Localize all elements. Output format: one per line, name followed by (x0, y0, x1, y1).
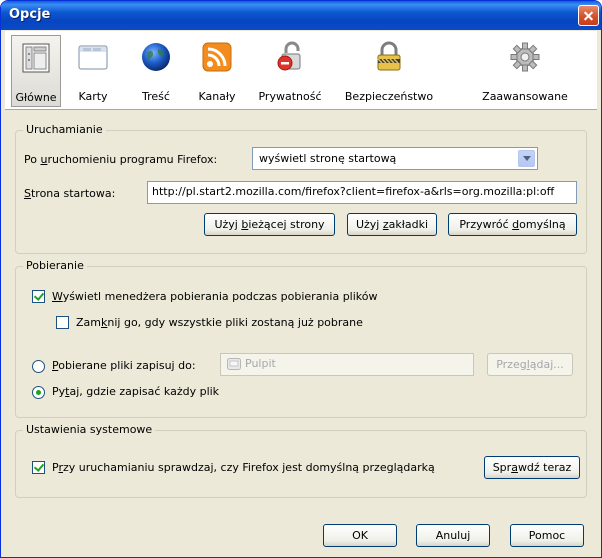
tab-tabs[interactable]: Karty (63, 35, 123, 107)
title-bar[interactable]: Opcje (1, 1, 601, 30)
downloads-group: Pobieranie Wyświetl menedżera pobierania… (15, 259, 587, 418)
tab-tabs-label: Karty (78, 90, 108, 103)
tab-general-label: Główne (15, 91, 57, 104)
category-toolbar: Główne Karty Treść Kanały Prywatność Bez… (5, 31, 597, 110)
browse-button[interactable]: Przeglądaj... (487, 353, 573, 376)
tab-security-label: Bezpieczeństwo (344, 90, 434, 103)
tab-security[interactable]: Bezpieczeństwo (335, 35, 443, 107)
tab-feeds-label: Kanały (198, 90, 236, 103)
use-bookmark-button[interactable]: Użyj zakładki (347, 213, 437, 236)
tab-content-label: Treść (142, 90, 170, 103)
tab-content[interactable]: Treść (126, 35, 186, 107)
ask-location-radio[interactable] (32, 386, 45, 399)
cancel-button[interactable]: Anuluj (416, 524, 490, 547)
general-panel: Uruchamianie Po uruchomieniu programu Fi… (5, 110, 597, 557)
ok-button[interactable]: OK (323, 524, 397, 547)
save-to-radio[interactable] (32, 360, 45, 373)
home-page-input[interactable]: http://pl.start2.mozilla.com/firefox?cli… (147, 181, 577, 204)
restore-default-button[interactable]: Przywróć domyślną (448, 213, 577, 236)
system-group: Ustawienia systemowe Przy uruchamianiu s… (15, 423, 587, 498)
gear-icon (510, 42, 540, 72)
general-icon (22, 43, 50, 73)
tabs-icon (78, 45, 108, 70)
check-default-browser-label: Przy uruchamianiu sprawdzaj, czy Firefox… (52, 461, 435, 474)
save-to-input: Pulpit (220, 353, 474, 376)
save-to-label: Pobierane pliki zapisuj do: (52, 359, 196, 372)
close-button[interactable] (578, 5, 599, 26)
tab-advanced-label: Zaawansowane (482, 90, 568, 103)
tab-general[interactable]: Główne (11, 35, 61, 107)
use-current-page-button[interactable]: Użyj bieżącej strony (204, 213, 335, 236)
downloads-group-title: Pobieranie (23, 259, 87, 272)
window-title: Opcje (9, 7, 51, 22)
chevron-down-icon[interactable] (518, 150, 535, 167)
startup-group-title: Uruchamianie (23, 123, 106, 136)
close-when-done-checkbox[interactable] (56, 316, 69, 329)
check-default-browser-checkbox[interactable] (32, 461, 45, 474)
close-when-done-label: Zamknij go, gdy wszystkie pliki zostaną … (76, 316, 363, 329)
startup-when-select[interactable]: wyświetl stronę startową (252, 147, 538, 170)
home-page-label: Strona startowa: (24, 187, 116, 200)
startup-when-value: wyświetl stronę startową (259, 152, 397, 165)
tab-feeds[interactable]: Kanały (187, 35, 247, 107)
save-to-value: Pulpit (245, 357, 276, 370)
tab-privacy-label: Prywatność (258, 90, 322, 103)
lock-icon (377, 41, 401, 71)
show-download-manager-checkbox[interactable] (32, 290, 45, 303)
tab-advanced[interactable]: Zaawansowane (475, 35, 575, 107)
help-button[interactable]: Pomoc (510, 524, 584, 547)
startup-group: Uruchamianie Po uruchomieniu programu Fi… (15, 123, 587, 254)
check-now-button[interactable]: Sprawdź teraz (484, 456, 580, 479)
ask-location-label: Pytaj, gdzie zapisać każdy plik (52, 385, 220, 398)
tab-privacy[interactable]: Prywatność (249, 35, 331, 107)
content-globe-icon (142, 43, 170, 71)
feed-icon (202, 42, 232, 72)
show-download-manager-label: Wyświetl menedżera pobierania podczas po… (52, 290, 378, 303)
privacy-icon (277, 41, 301, 71)
options-dialog: Opcje Główne Karty Treść Kanały Prywatno… (0, 0, 602, 558)
system-group-title: Ustawienia systemowe (23, 423, 156, 436)
folder-icon (227, 358, 241, 370)
startup-when-label: Po uruchomieniu programu Firefox: (24, 153, 218, 166)
